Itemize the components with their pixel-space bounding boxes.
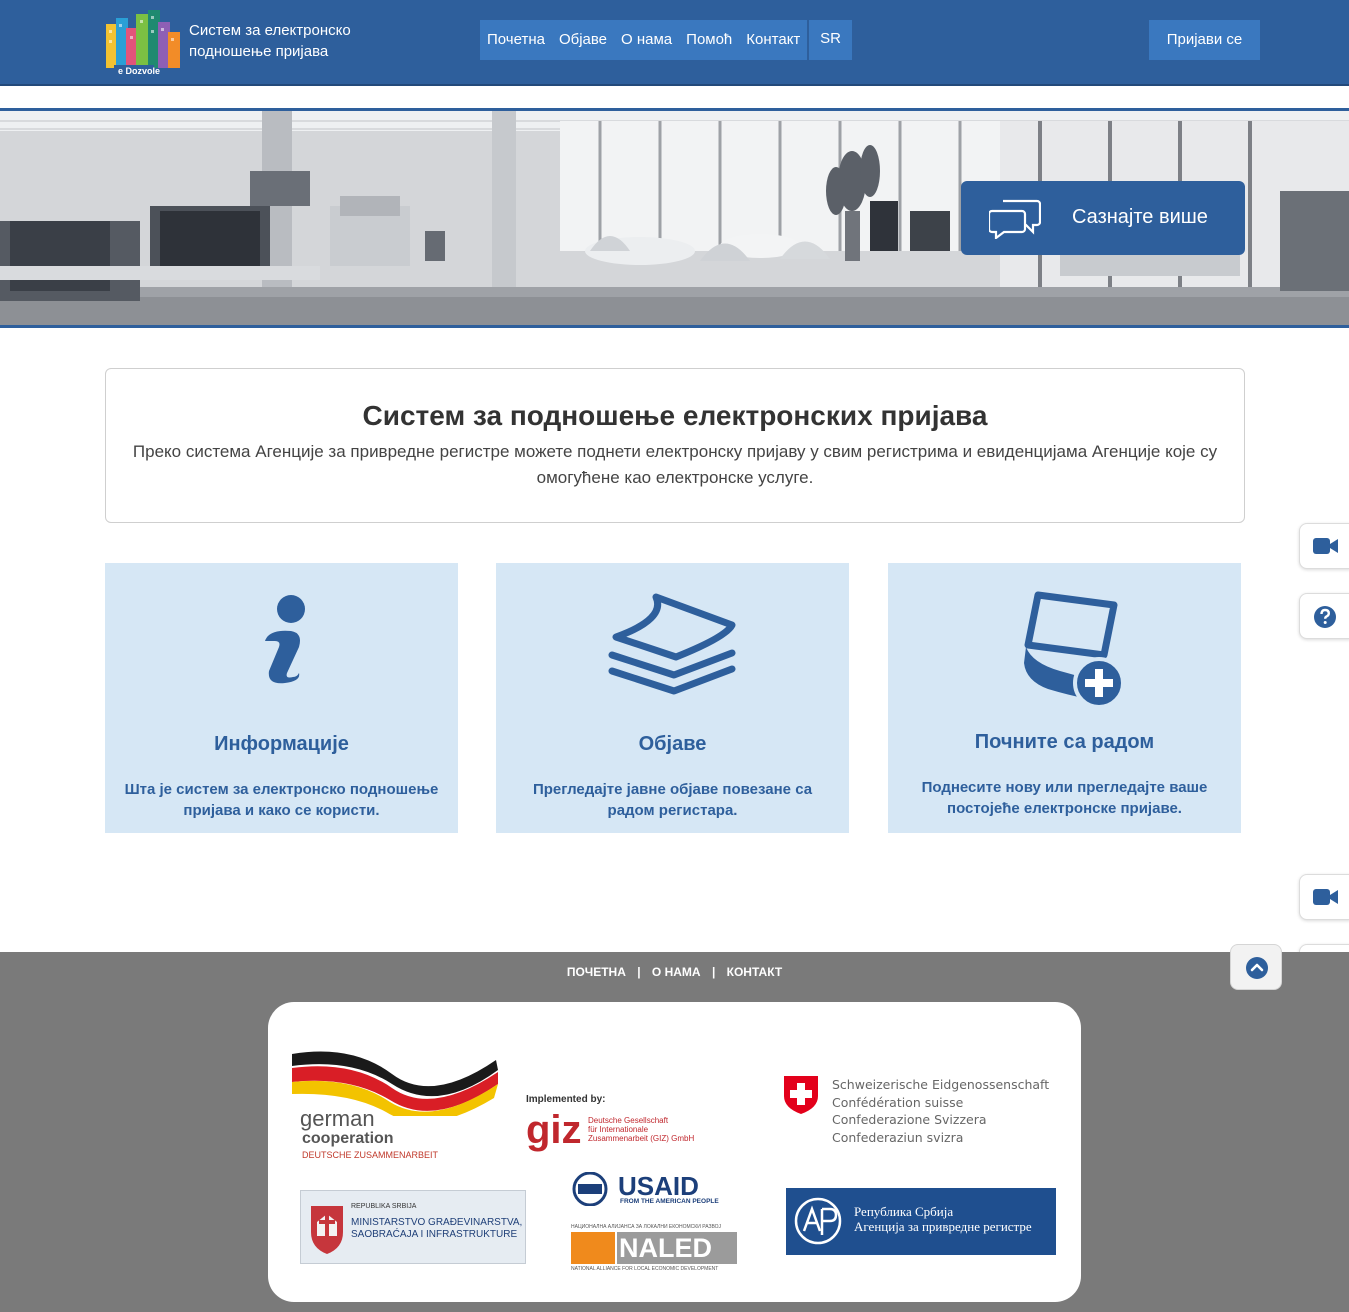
german-line3: DEUTSCHE ZUSAMMENARBEIT <box>302 1150 439 1160</box>
swiss-shield-icon <box>784 1076 818 1114</box>
layers-icon <box>608 593 736 695</box>
swiss-line1: Schweizerische Eidgenossenschaft <box>832 1077 1050 1092</box>
help-button-top[interactable] <box>1299 593 1349 639</box>
giz-desc1: Deutsche Gesellschaft <box>588 1116 669 1125</box>
giz-logo: Implemented by: giz Deutsche Gesellschaf… <box>526 1094 706 1164</box>
giz-desc2: für Internationale <box>588 1125 649 1134</box>
footer: ПОЧЕТНА | О НАМА | КОНТАКТ german cooper… <box>0 952 1349 1312</box>
apr-line1: Република Србија <box>854 1204 954 1219</box>
info-icon <box>265 595 305 684</box>
login-button[interactable]: Пријави се <box>1149 20 1260 60</box>
usaid-tagline: FROM THE AMERICAN PEOPLE <box>620 1198 719 1205</box>
ministry-line1: REPUBLIKA SRBIJA <box>351 1203 417 1210</box>
giz-implemented: Implemented by: <box>526 1094 606 1105</box>
usaid-logo: USAID FROM THE AMERICAN PEOPLE <box>566 1171 736 1208</box>
intro-title: Систем за подношење електронских пријава <box>362 400 988 431</box>
video-help-button-bottom[interactable] <box>1299 874 1349 920</box>
main-nav: Почетна Објаве О нама Помоћ Контакт <box>480 20 808 60</box>
edozvole-logo[interactable]: e Dozvole <box>104 10 182 78</box>
hero-banner: Сазнајте више <box>0 108 1349 328</box>
nav-announcements[interactable]: Објаве <box>552 20 614 60</box>
footer-links: ПОЧЕТНА | О НАМА | КОНТАКТ <box>0 965 1349 979</box>
usaid-wordmark: USAID <box>618 1171 699 1201</box>
ministry-line3: SAOBRAĆAJA I INFRASTRUKTURE <box>351 1229 518 1240</box>
video-camera-icon <box>1313 538 1338 554</box>
card-information-title: Информације <box>214 733 349 755</box>
partners-panel: german cooperation DEUTSCHE ZUSAMMENARBE… <box>268 1002 1081 1302</box>
footer-link-home[interactable]: ПОЧЕТНА <box>567 965 626 979</box>
chat-icon <box>989 199 1041 239</box>
learn-more-label: Сазнајте више <box>1072 206 1208 228</box>
naled-wordmark: NALED <box>617 1232 737 1264</box>
german-line2: cooperation <box>302 1130 394 1147</box>
card-information-text: Шта је систем за електронско подношење п… <box>124 781 439 819</box>
naled-bottom: NATIONAL ALLIANCE FOR LOCAL ECONOMIC DEV… <box>571 1266 719 1272</box>
giz-desc3: Zusammenarbeit (GIZ) GmbH <box>588 1134 695 1143</box>
card-announcements-title: Објаве <box>638 733 707 755</box>
card-get-started-title: Почните са радом <box>974 731 1155 753</box>
card-announcements-text: Прегледајте јавне објаве повезане са рад… <box>532 781 813 819</box>
video-help-button-top[interactable] <box>1299 523 1349 569</box>
header: e Dozvole Систем за електронско подношењ… <box>0 0 1349 86</box>
video-camera-icon <box>1313 889 1338 905</box>
scroll-to-top-button[interactable] <box>1230 944 1282 990</box>
ministry-line2: MINISTARSTVO GRAĐEVINARSTVA, <box>351 1217 523 1228</box>
naled-logo: НАЦИОНАЛНА АЛИЈАНСА ЗА ЛОКАЛНИ ЕКОНОМСКИ… <box>571 1224 739 1274</box>
ministry-logo: REPUBLIKA SRBIJA MINISTARSTVO GRAĐEVINAR… <box>300 1190 526 1264</box>
card-get-started-text: Поднесите нову или прегледајте ваше пост… <box>921 779 1208 817</box>
naled-emblem-icon <box>571 1232 615 1264</box>
nav-about[interactable]: О нама <box>614 20 679 60</box>
footer-separator: | <box>637 965 641 979</box>
swiss-line2: Confédération suisse <box>832 1094 964 1110</box>
nav-help[interactable]: Помоћ <box>679 20 739 60</box>
footer-separator: | <box>711 965 716 979</box>
german-cooperation-logo: german cooperation DEUTSCHE ZUSAMMENARBE… <box>290 1046 500 1166</box>
apr-emblem-icon <box>794 1197 842 1245</box>
swiss-line3: Confederazione Svizzera <box>832 1112 987 1127</box>
usaid-seal-icon <box>572 1171 608 1207</box>
question-icon <box>1314 606 1336 628</box>
nav-contact[interactable]: Контакт <box>739 20 807 60</box>
apr-logo: Република Србија Агенција за привредне р… <box>786 1188 1056 1255</box>
swiss-confederation-logo: Schweizerische Eidgenossenschaft Confédé… <box>782 1074 1052 1148</box>
card-get-started[interactable]: Почните са радом Поднесите нову или прег… <box>888 563 1241 833</box>
chevron-up-icon <box>1246 957 1268 979</box>
nav-home[interactable]: Почетна <box>480 20 552 60</box>
swiss-line4: Confederaziun svizra <box>832 1129 964 1145</box>
german-line1: german <box>300 1106 375 1131</box>
card-announcements[interactable]: Објаве Прегледајте јавне објаве повезане… <box>496 563 849 833</box>
intro-text: Преко система Агенције за привредне реги… <box>132 442 1218 487</box>
learn-more-button[interactable]: Сазнајте више <box>961 181 1245 255</box>
serbia-coat-of-arms-icon <box>311 1206 343 1254</box>
footer-link-contact[interactable]: КОНТАКТ <box>727 965 783 979</box>
giz-wordmark: giz <box>526 1108 582 1152</box>
language-switch[interactable]: SR <box>809 20 852 60</box>
site-title: Систем за електронско подношење пријава <box>189 22 351 60</box>
logo-text: e Dozvole <box>118 66 160 76</box>
new-document-icon <box>1024 591 1125 709</box>
intro-box: Систем за подношење електронских пријава… <box>105 368 1245 523</box>
card-information[interactable]: Информације Шта је систем за електронско… <box>105 563 458 833</box>
apr-line2: Агенција за привредне регистре <box>854 1219 1032 1234</box>
naled-top: НАЦИОНАЛНА АЛИЈАНСА ЗА ЛОКАЛНИ ЕКОНОМСКИ… <box>571 1224 722 1230</box>
footer-link-about[interactable]: О НАМА <box>652 965 701 979</box>
